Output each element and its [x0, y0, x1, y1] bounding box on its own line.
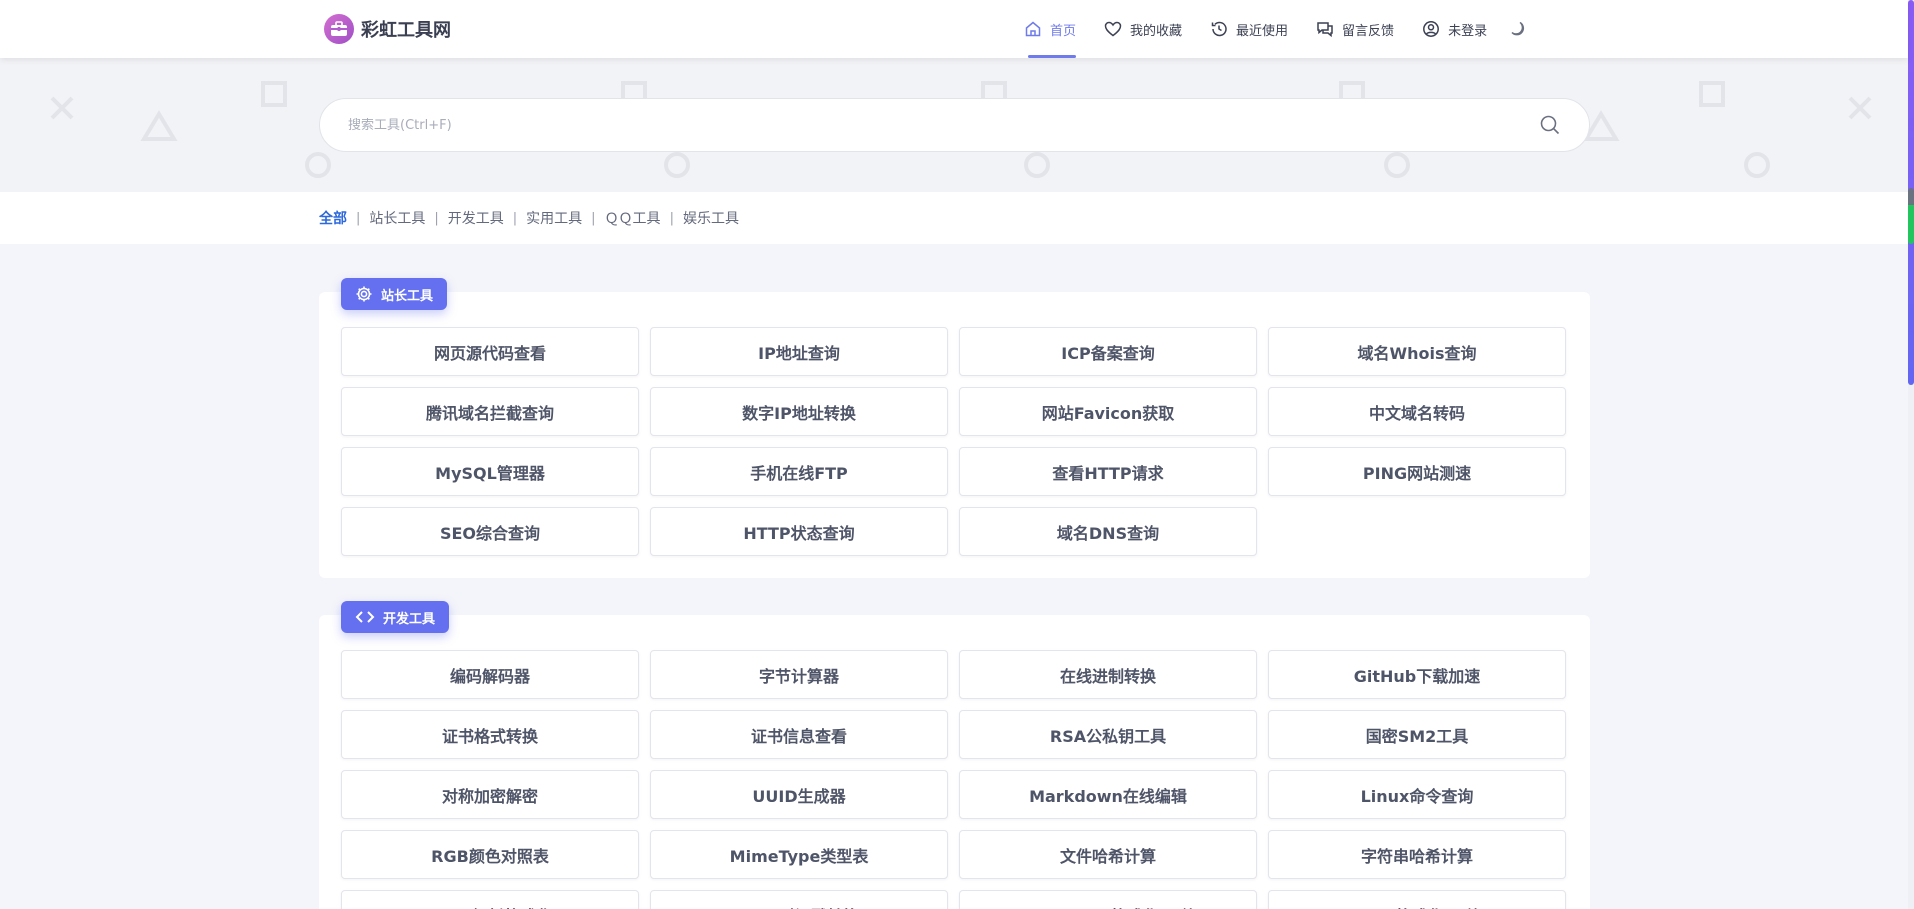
nav-label: 未登录 — [1448, 23, 1488, 39]
tool-card[interactable]: 网页源代码查看 — [341, 327, 639, 376]
tool-card[interactable]: 编码解码器 — [341, 650, 639, 699]
scroll-indicator — [1908, 188, 1914, 244]
site-logo[interactable]: 彩虹工具网 — [324, 14, 451, 44]
tool-card[interactable]: 字符串哈希计算 — [1268, 830, 1566, 879]
code-icon — [355, 611, 375, 623]
tool-card[interactable]: 数字IP地址转换 — [650, 387, 948, 436]
cross-decoration-icon — [50, 96, 74, 120]
tool-grid: 编码解码器 字节计算器 在线进制转换 GitHub下载加速 证书格式转换 证书信… — [341, 650, 1566, 909]
cross-decoration-icon — [1848, 96, 1872, 120]
category-utility[interactable]: 实用工具 — [526, 208, 582, 228]
moon-icon — [1511, 21, 1525, 36]
gear-icon — [356, 286, 372, 302]
site-name: 彩虹工具网 — [361, 20, 451, 41]
search-icon[interactable] — [1539, 114, 1561, 136]
section-dev-tools: 开发工具 编码解码器 字节计算器 在线进制转换 GitHub下载加速 证书格式转… — [319, 601, 1590, 909]
page-scrollbar[interactable] — [1908, 0, 1914, 909]
section-webmaster-tools: 站长工具 网页源代码查看 IP地址查询 ICP备案查询 域名Whois查询 腾讯… — [319, 278, 1590, 578]
circle-decoration-icon — [664, 152, 690, 178]
circle-decoration-icon — [1024, 152, 1050, 178]
tool-card[interactable]: 网站Favicon获取 — [959, 387, 1257, 436]
tool-card[interactable]: 证书格式转换 — [341, 710, 639, 759]
tool-card[interactable]: MySQL管理器 — [341, 447, 639, 496]
tool-card[interactable]: JSON解析格式化 — [341, 890, 639, 909]
main-nav: 首页 我的收藏 最近使用 留言反馈 未登录 — [1024, 0, 1527, 58]
search-box — [319, 98, 1590, 152]
nav-label: 最近使用 — [1236, 23, 1289, 39]
circle-decoration-icon — [305, 152, 331, 178]
history-icon — [1211, 21, 1227, 37]
tool-card[interactable]: Markdown在线编辑 — [959, 770, 1257, 819]
separator: | — [512, 210, 518, 226]
category-filter-bar: 全部 | 站长工具 | 开发工具 | 实用工具 | ＱＱ工具 | 娱乐工具 — [0, 192, 1908, 244]
separator: | — [669, 210, 674, 226]
triangle-decoration-icon — [140, 110, 178, 141]
category-webmaster[interactable]: 站长工具 — [369, 208, 425, 228]
nav-home[interactable]: 首页 — [1024, 0, 1077, 58]
square-decoration-icon — [1699, 81, 1725, 107]
nav-label: 我的收藏 — [1130, 23, 1183, 39]
chat-icon — [1317, 22, 1333, 38]
section-label: 站长工具 — [381, 288, 434, 304]
tool-card[interactable]: 中文域名转码 — [1268, 387, 1566, 436]
section-label: 开发工具 — [383, 611, 436, 627]
tool-card[interactable]: 手机在线FTP — [650, 447, 948, 496]
separator: | — [591, 210, 596, 226]
top-header: 彩虹工具网 首页 我的收藏 最近使用 留言反馈 未登录 — [0, 0, 1908, 58]
tool-card[interactable]: UUID生成器 — [650, 770, 948, 819]
tool-card[interactable]: 腾讯域名拦截查询 — [341, 387, 639, 436]
user-icon — [1423, 21, 1440, 37]
separator: | — [356, 210, 361, 226]
section-title: 站长工具 — [341, 278, 448, 310]
tool-card[interactable]: ICP备案查询 — [959, 327, 1257, 376]
tool-card[interactable]: Unix时间戳转换 — [650, 890, 948, 909]
category-fun[interactable]: 娱乐工具 — [683, 208, 739, 228]
tool-card[interactable]: 对称加密解密 — [341, 770, 639, 819]
nav-feedback[interactable]: 留言反馈 — [1316, 0, 1394, 58]
tool-card[interactable]: 域名Whois查询 — [1268, 327, 1566, 376]
tool-card[interactable]: SEO综合查询 — [341, 507, 639, 556]
category-qq[interactable]: ＱＱ工具 — [605, 208, 661, 228]
square-decoration-icon — [261, 81, 287, 107]
nav-label: 首页 — [1050, 23, 1077, 39]
tool-card[interactable]: 字节计算器 — [650, 650, 948, 699]
home-icon — [1025, 21, 1041, 37]
nav-favorites[interactable]: 我的收藏 — [1104, 0, 1182, 58]
theme-toggle-button[interactable] — [1509, 20, 1527, 38]
circle-decoration-icon — [1384, 152, 1410, 178]
tool-card[interactable]: RSA公私钥工具 — [959, 710, 1257, 759]
tool-card[interactable]: HTTP状态查询 — [650, 507, 948, 556]
tool-card[interactable]: IP地址查询 — [650, 327, 948, 376]
toolbox-icon — [324, 14, 354, 44]
category-dev[interactable]: 开发工具 — [448, 208, 504, 228]
tool-card[interactable]: Html格式化/压缩 — [1268, 890, 1566, 909]
category-all[interactable]: 全部 — [319, 208, 347, 228]
tool-card[interactable]: JavaScript格式化/压缩 — [959, 890, 1257, 909]
section-title: 开发工具 — [341, 601, 450, 633]
tool-card[interactable]: PING网站测速 — [1268, 447, 1566, 496]
tool-card[interactable]: 在线进制转换 — [959, 650, 1257, 699]
tool-card[interactable]: RGB颜色对照表 — [341, 830, 639, 879]
tool-card[interactable]: 文件哈希计算 — [959, 830, 1257, 879]
heart-icon — [1104, 21, 1122, 37]
tool-card[interactable]: 国密SM2工具 — [1268, 710, 1566, 759]
separator: | — [434, 210, 439, 226]
tool-grid: 网页源代码查看 IP地址查询 ICP备案查询 域名Whois查询 腾讯域名拦截查… — [341, 327, 1566, 556]
circle-decoration-icon — [1744, 152, 1770, 178]
tool-card[interactable]: MimeType类型表 — [650, 830, 948, 879]
nav-recent[interactable]: 最近使用 — [1210, 0, 1288, 58]
tool-card[interactable]: 查看HTTP请求 — [959, 447, 1257, 496]
nav-login[interactable]: 未登录 — [1422, 0, 1487, 58]
search-input[interactable] — [348, 117, 1539, 133]
tool-card[interactable]: 证书信息查看 — [650, 710, 948, 759]
tool-card[interactable]: GitHub下载加速 — [1268, 650, 1566, 699]
tool-card[interactable]: 域名DNS查询 — [959, 507, 1257, 556]
nav-label: 留言反馈 — [1342, 23, 1395, 39]
tool-card[interactable]: Linux命令查询 — [1268, 770, 1566, 819]
